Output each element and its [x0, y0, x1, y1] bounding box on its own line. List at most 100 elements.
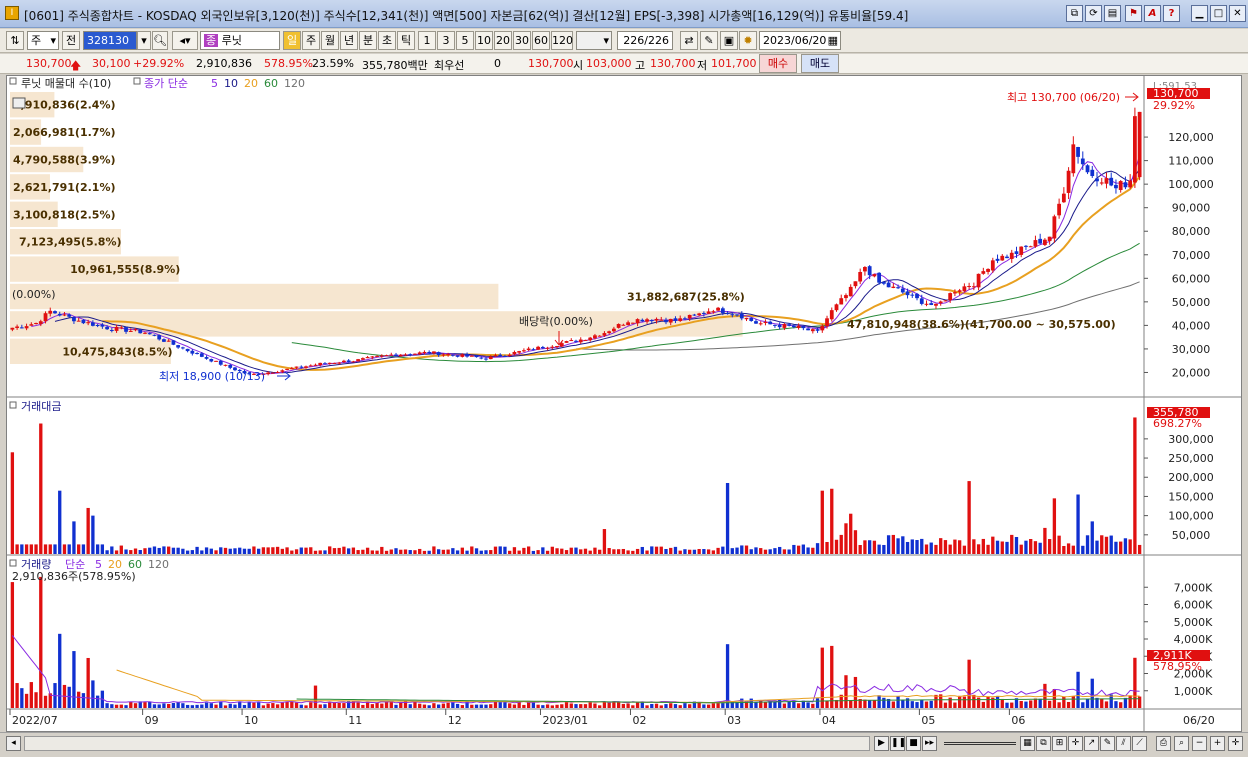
- date-field[interactable]: 2023/06/20 ▦: [759, 31, 841, 50]
- print-icon[interactable]: ⎙: [1156, 736, 1171, 751]
- period-tab-1[interactable]: 주: [302, 31, 320, 50]
- play-icon[interactable]: ▶: [874, 736, 889, 751]
- search-icon[interactable]: 🔍︎: [152, 31, 168, 50]
- period-tab-0[interactable]: 일: [283, 31, 301, 50]
- interval-tab-5[interactable]: 5: [456, 31, 474, 50]
- chart-tool-icon[interactable]: ✎: [700, 31, 718, 50]
- refresh-icon[interactable]: ⟳: [1085, 5, 1102, 22]
- amount-bar: [436, 549, 441, 554]
- amount-bar: [920, 538, 924, 554]
- stock-name-field[interactable]: 종 루닛: [200, 31, 280, 50]
- code-input[interactable]: 328130: [83, 31, 137, 50]
- tool-icon[interactable]: ⇄: [680, 31, 698, 50]
- count-field[interactable]: 226/226: [617, 31, 673, 50]
- interval-tab-1[interactable]: 1: [418, 31, 436, 50]
- pen-icon[interactable]: ✎: [1100, 736, 1115, 751]
- zoom-search-icon[interactable]: ⌕: [1174, 736, 1189, 751]
- stock-chart[interactable]: 120,000 110,000 100,000 90,000 80,000 70,000 6…: [7, 76, 1241, 731]
- chart-type-icon[interactable]: ⫽: [1116, 736, 1131, 751]
- volume-bar: [436, 704, 441, 708]
- zoom-max-icon[interactable]: ✛: [1228, 736, 1243, 751]
- candle-body: [938, 301, 943, 304]
- candle-body: [1137, 111, 1142, 178]
- link-icon[interactable]: ⇅: [6, 31, 24, 50]
- stop-icon[interactable]: ■: [906, 736, 921, 751]
- horizontal-scrollbar[interactable]: [24, 736, 870, 751]
- price-y-tick-label: 90,000: [1172, 202, 1211, 215]
- amount-bar: [593, 547, 597, 554]
- amount-bar: [654, 546, 659, 554]
- buy-button[interactable]: 매수: [759, 54, 797, 73]
- period-tab-6[interactable]: 틱: [397, 31, 415, 50]
- speaker-icon[interactable]: ◂▾: [172, 31, 198, 50]
- interval-tab-3[interactable]: 3: [437, 31, 455, 50]
- font-icon[interactable]: A: [1144, 5, 1161, 22]
- zoom-track[interactable]: [944, 742, 1016, 745]
- candle-body: [185, 348, 190, 352]
- restore-icon[interactable]: ⧉: [1066, 5, 1083, 22]
- compare-icon[interactable]: ⧉: [1036, 736, 1051, 751]
- ma-legend-period: 10: [224, 77, 238, 90]
- high-label: 고: [635, 59, 646, 72]
- crosshair-icon[interactable]: ✛: [1068, 736, 1083, 751]
- help-icon[interactable]: ?: [1163, 5, 1180, 22]
- measure-icon[interactable]: ⟋: [1132, 736, 1147, 751]
- volume-bar: [725, 644, 730, 708]
- amount-bar: [148, 547, 152, 554]
- code-dropdown-icon[interactable]: ▾: [137, 31, 151, 50]
- candle-body: [531, 349, 536, 351]
- interval-tab-20[interactable]: 20: [494, 31, 512, 50]
- settings-icon[interactable]: ✹: [739, 31, 757, 50]
- maximize-icon[interactable]: □: [1210, 5, 1227, 22]
- interval-custom-select[interactable]: ▾: [576, 31, 612, 50]
- amount-bar: [616, 549, 621, 554]
- candle-body: [896, 287, 900, 289]
- volume-bar: [1024, 701, 1028, 708]
- turnover-rate: 23.59%: [312, 57, 354, 70]
- period-tab-3[interactable]: 년: [340, 31, 358, 50]
- zoom-in-icon[interactable]: +: [1210, 736, 1225, 751]
- candle-body: [687, 314, 692, 319]
- scroll-left-icon[interactable]: ◂: [6, 736, 21, 751]
- volume-bar: [29, 682, 33, 708]
- interval-tab-30[interactable]: 30: [513, 31, 531, 50]
- period-tab-2[interactable]: 월: [321, 31, 339, 50]
- volume-bar: [545, 704, 550, 708]
- setup-icon[interactable]: ▤: [1104, 5, 1121, 22]
- low-label: 저: [697, 59, 708, 72]
- layout-icon[interactable]: ⊞: [1052, 736, 1067, 751]
- x-axis-label: 02: [632, 714, 646, 727]
- chart-area[interactable]: 120,000 110,000 100,000 90,000 80,000 70,000 6…: [6, 75, 1242, 732]
- amount-bar: [1052, 498, 1057, 554]
- volume-bar: [721, 703, 725, 708]
- zoom-out-icon[interactable]: −: [1192, 736, 1207, 751]
- pause-icon[interactable]: ❚❚: [890, 736, 906, 751]
- volume-bar: [375, 702, 379, 708]
- minimize-icon[interactable]: ▁: [1191, 5, 1208, 22]
- volume-bar: [1081, 702, 1085, 708]
- amount-bar: [967, 481, 971, 554]
- draw-icon[interactable]: ↗: [1084, 736, 1099, 751]
- period-tab-4[interactable]: 분: [359, 31, 377, 50]
- price-change: 30,100: [92, 57, 131, 70]
- candle-body: [716, 307, 720, 311]
- interval-tab-10[interactable]: 10: [475, 31, 493, 50]
- save-icon[interactable]: ▣: [720, 31, 738, 50]
- candle-body: [711, 311, 716, 313]
- flag-icon[interactable]: ⚑: [1125, 5, 1142, 22]
- interval-tab-60[interactable]: 60: [532, 31, 550, 50]
- period-tab-5[interactable]: 초: [378, 31, 396, 50]
- amount-bar: [735, 547, 739, 554]
- period-select[interactable]: 주 ▾: [27, 31, 59, 50]
- amount-bar: [725, 483, 730, 554]
- prev-button[interactable]: 전: [62, 31, 80, 50]
- close-icon[interactable]: ✕: [1229, 5, 1246, 22]
- grid-icon[interactable]: ▦: [1020, 736, 1035, 751]
- ma-legend-period: 5: [211, 77, 218, 90]
- volume-y-tick-label: 5,000K: [1174, 616, 1213, 629]
- volume-legend-marker: [9, 559, 17, 567]
- fast-forward-icon[interactable]: ▸▸: [922, 736, 937, 751]
- volume-bar: [607, 702, 611, 708]
- sell-button[interactable]: 매도: [801, 54, 839, 73]
- interval-tab-120[interactable]: 120: [551, 31, 573, 50]
